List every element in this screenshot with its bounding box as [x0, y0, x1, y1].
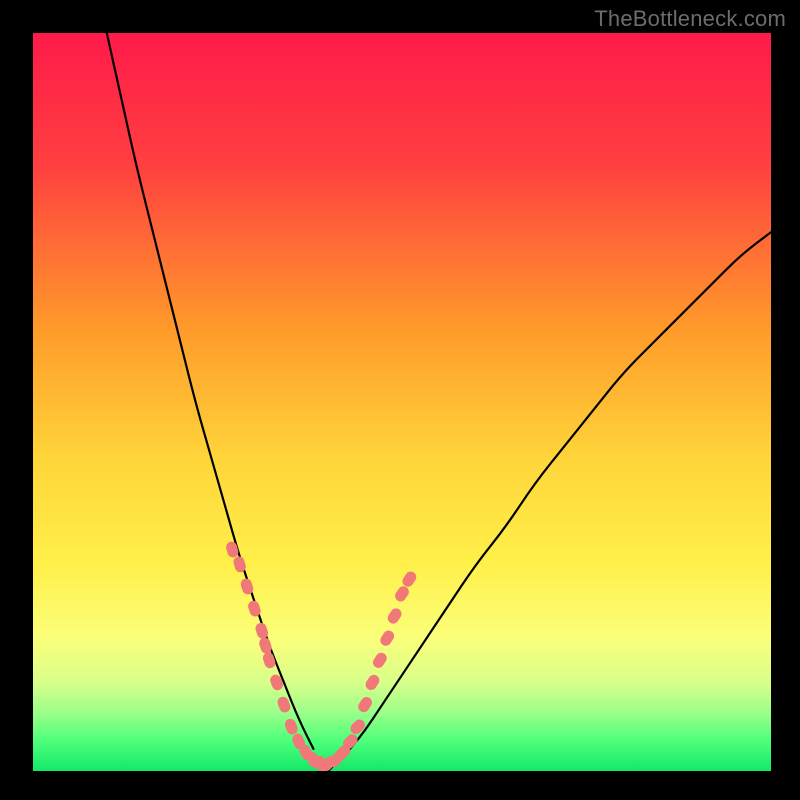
bottleneck-chart	[0, 0, 800, 800]
chart-stage: TheBottleneck.com	[0, 0, 800, 800]
gradient-backdrop	[33, 33, 771, 771]
watermark-text: TheBottleneck.com	[594, 6, 786, 32]
